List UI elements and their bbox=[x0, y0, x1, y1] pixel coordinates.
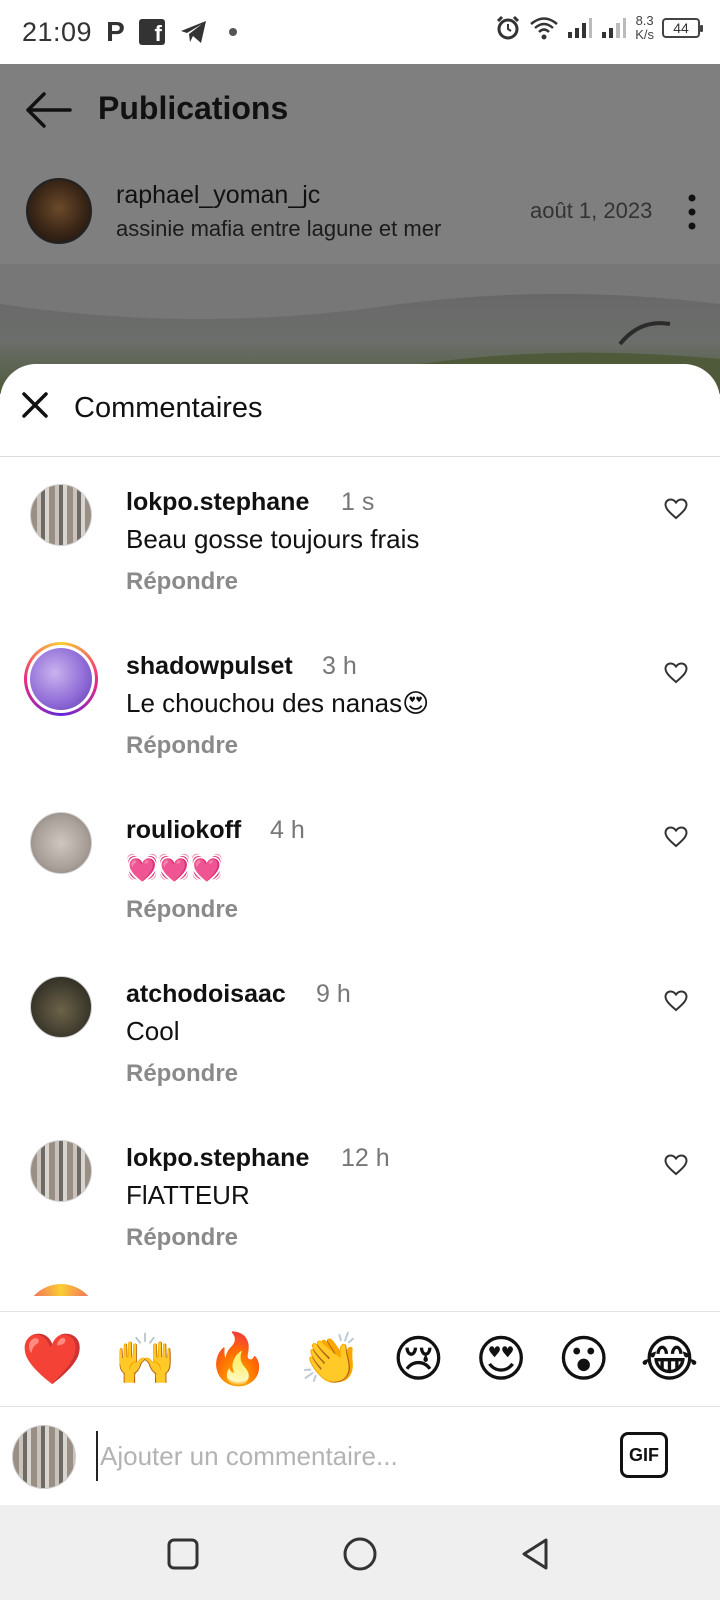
comment-time: 3 h bbox=[322, 652, 357, 680]
comment-text: FlATTEUR bbox=[126, 1180, 250, 1210]
heart-icon[interactable] bbox=[664, 1154, 688, 1176]
reply-button[interactable]: Répondre bbox=[126, 732, 238, 760]
alarm-icon bbox=[497, 15, 520, 40]
comment-text: Beau gosse toujours frais bbox=[126, 524, 420, 554]
comment-text: Cool bbox=[126, 1016, 180, 1046]
current-user-avatar bbox=[12, 1425, 76, 1489]
battery-icon: 44 bbox=[662, 18, 703, 38]
post-author-avatar[interactable] bbox=[26, 178, 92, 244]
close-icon[interactable] bbox=[20, 390, 50, 420]
back-triangle-icon[interactable] bbox=[516, 1535, 554, 1573]
dot-icon bbox=[228, 28, 237, 36]
heart-icon[interactable] bbox=[664, 990, 688, 1012]
reply-button[interactable]: Répondre bbox=[126, 896, 238, 924]
status-bar: 21:09 P f 8.3 K/s 44 bbox=[0, 0, 720, 64]
emoji-fire-button[interactable]: 🔥 bbox=[207, 1334, 269, 1384]
reply-button[interactable]: Répondre bbox=[126, 568, 238, 596]
wifi-icon bbox=[530, 17, 559, 40]
back-arrow-icon[interactable] bbox=[24, 90, 72, 130]
home-circle-icon[interactable] bbox=[341, 1535, 379, 1573]
heart-icon[interactable] bbox=[664, 498, 688, 520]
p-icon: P bbox=[106, 16, 125, 47]
avatar-story-ring[interactable] bbox=[24, 1284, 98, 1296]
comment-time: 1 s bbox=[341, 488, 375, 516]
avatar-story-ring[interactable] bbox=[24, 642, 98, 716]
comment-text: 💓💓💓 bbox=[126, 852, 224, 882]
emoji-clap-button[interactable]: 👏 bbox=[300, 1334, 362, 1384]
comment-input[interactable] bbox=[96, 1431, 596, 1481]
comments-title: Commentaires bbox=[74, 392, 263, 424]
post-background: Publications raphael_yoman_jc assinie ma… bbox=[0, 64, 720, 394]
avatar[interactable] bbox=[30, 1140, 92, 1202]
comment-text: Le chouchou des nanas😍 bbox=[126, 688, 430, 718]
comment-username[interactable]: lokpo.stephane bbox=[126, 488, 309, 517]
signal-icon bbox=[568, 18, 593, 38]
reply-button[interactable]: Répondre bbox=[126, 1224, 238, 1252]
recents-square-icon[interactable] bbox=[164, 1535, 202, 1573]
emoji-raised-hands-button[interactable]: 🙌 bbox=[114, 1334, 176, 1384]
facebook-icon: f bbox=[138, 19, 165, 45]
post-author-name[interactable]: raphael_yoman_jc bbox=[116, 181, 320, 210]
emoji-reaction-bar: ❤️ 🙌 🔥 👏 😢 😍 😮 😂 bbox=[0, 1311, 720, 1407]
post-date: août 1, 2023 bbox=[530, 198, 653, 223]
post-location[interactable]: assinie mafia entre lagune et mer bbox=[116, 216, 441, 242]
comment-item: lokpo.stephane 1 s Beau gosse toujours f… bbox=[0, 478, 720, 638]
battery-level: 44 bbox=[673, 20, 689, 36]
status-time: 21:09 bbox=[22, 16, 93, 47]
emoji-heart-button[interactable]: ❤️ bbox=[21, 1334, 83, 1384]
comment-input-bar: GIF bbox=[0, 1407, 720, 1505]
comment-time: 4 h bbox=[270, 816, 305, 844]
telegram-icon bbox=[180, 21, 206, 43]
signal-icon-2 bbox=[602, 18, 627, 38]
comments-header: Commentaires bbox=[0, 364, 720, 457]
emoji-laughing-button[interactable]: 😂 bbox=[640, 1334, 698, 1384]
reply-button[interactable]: Répondre bbox=[126, 1060, 238, 1088]
page-title: Publications bbox=[98, 90, 289, 126]
comment-username[interactable]: lokpo.stephane bbox=[126, 1144, 309, 1173]
comment-item: lokpo.stephane 12 h FlATTEUR Répondre bbox=[0, 1134, 720, 1294]
comment-username[interactable]: rouliokoff bbox=[126, 816, 241, 845]
comment-username[interactable]: shadowpulset bbox=[126, 652, 293, 681]
network-speed: 8.3 K/s bbox=[635, 13, 654, 42]
comment-item: atchodoisaac 9 h Cool Répondre bbox=[0, 970, 720, 1130]
comment-time: 9 h bbox=[316, 980, 351, 1008]
avatar[interactable] bbox=[30, 812, 92, 874]
more-options-icon[interactable] bbox=[686, 192, 698, 232]
comment-item: shadowpulset 3 h Le chouchou des nanas😍 … bbox=[0, 642, 720, 802]
avatar[interactable] bbox=[30, 484, 92, 546]
emoji-surprised-button[interactable]: 😮 bbox=[558, 1334, 610, 1384]
avatar[interactable] bbox=[30, 976, 92, 1038]
emoji-crying-button[interactable]: 😢 bbox=[392, 1334, 444, 1384]
heart-icon[interactable] bbox=[664, 826, 688, 848]
comment-item-partial bbox=[0, 1284, 720, 1296]
heart-icon[interactable] bbox=[664, 662, 688, 684]
comment-time: 12 h bbox=[341, 1144, 390, 1172]
gif-button[interactable]: GIF bbox=[620, 1432, 668, 1478]
comment-item: rouliokoff 4 h 💓💓💓 Répondre bbox=[0, 806, 720, 966]
system-nav-bar bbox=[0, 1505, 720, 1600]
emoji-heart-eyes-button[interactable]: 😍 bbox=[475, 1334, 527, 1384]
comment-username[interactable]: atchodoisaac bbox=[126, 980, 286, 1009]
